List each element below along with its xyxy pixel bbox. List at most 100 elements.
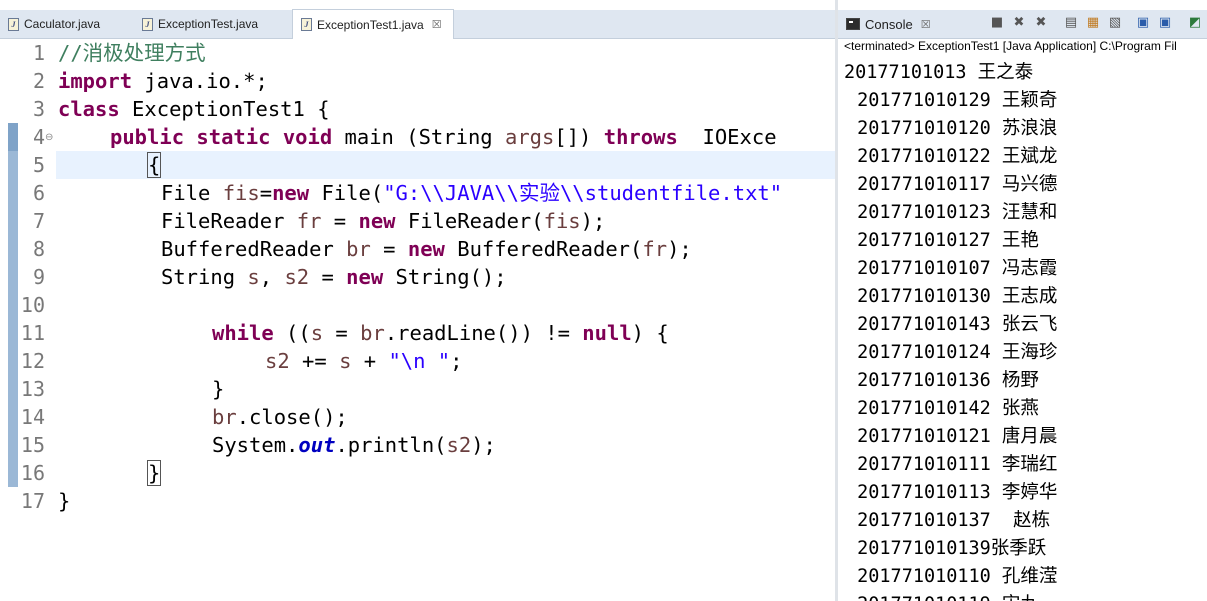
code-line-3[interactable]: class ExceptionTest1 {: [58, 95, 330, 123]
code-line-7[interactable]: FileReader fr = new FileReader(fis);: [161, 207, 605, 235]
fold-collapse-icon[interactable]: ⊖: [45, 132, 53, 143]
keyword: null: [582, 321, 632, 345]
output-line: 201771010129 王颖奇: [846, 90, 1058, 111]
close-tab-icon[interactable]: ☒: [432, 18, 442, 31]
code-text: File: [161, 181, 223, 205]
code-text: FileReader: [161, 209, 297, 233]
output-line: 201771010137 赵栋: [846, 510, 1051, 531]
code-text: }: [212, 377, 225, 401]
keyword: class: [58, 97, 120, 121]
code-line-16[interactable]: }: [146, 459, 162, 487]
keyword: static: [196, 125, 271, 149]
java-file-icon: J: [142, 17, 153, 31]
line-number: 15: [20, 433, 45, 457]
line-number: 8: [32, 237, 45, 261]
code-text: FileReader(: [395, 209, 544, 233]
code-text: []): [554, 125, 604, 149]
close-console-icon[interactable]: ☒: [921, 18, 931, 31]
open-console-icon[interactable]: ◩: [1188, 16, 1202, 30]
matched-brace: {: [146, 152, 162, 178]
java-file-icon: J: [8, 17, 19, 31]
variable: s2: [265, 349, 290, 373]
console-tab-label: Console: [865, 16, 913, 32]
code-text: String();: [383, 265, 507, 289]
code-editor: J Caculator.java J ExceptionTest.java J …: [0, 0, 835, 601]
code-area[interactable]: 1 2 3 4 ⊖ 5 6 7 8 9 10 11 12 13 14 15 16…: [0, 39, 835, 601]
line-number: 13: [20, 377, 45, 401]
keyword: void: [282, 125, 333, 149]
console-icon: [846, 18, 860, 30]
variable: s2: [446, 433, 472, 457]
line-number: 5: [32, 153, 45, 177]
code-line-12[interactable]: s2 += s + "\n ";: [265, 347, 463, 375]
matched-brace: }: [146, 460, 162, 486]
variable: fr: [296, 209, 322, 233]
keyword: import: [58, 69, 133, 93]
code-line-8[interactable]: BufferedReader br = new BufferedReader(f…: [161, 235, 692, 263]
code-text: +: [351, 349, 389, 373]
variable: fis: [222, 181, 260, 205]
code-line-5[interactable]: {: [146, 151, 162, 179]
code-line-9[interactable]: String s, s2 = new String();: [161, 263, 507, 291]
line-number-ruler: 1 2 3 4 ⊖ 5 6 7 8 9 10 11 12 13 14 15 16…: [0, 39, 54, 601]
code-line-11[interactable]: while ((s = br.readLine()) != null) {: [212, 319, 669, 347]
line-number: 4: [32, 125, 45, 149]
keyword: public: [110, 125, 185, 149]
tab-exceptiontest1[interactable]: J ExceptionTest1.java ☒: [292, 9, 454, 39]
show-console-icon[interactable]: ▦: [1086, 16, 1100, 30]
pin-console-icon[interactable]: ▣: [1136, 16, 1150, 30]
display-console-icon[interactable]: ▣: [1158, 16, 1172, 30]
static-field: out: [298, 433, 336, 457]
line-number: 3: [32, 97, 45, 121]
variable: s: [310, 321, 324, 345]
code-text: File(: [309, 181, 384, 205]
code-line-1[interactable]: //消极处理方式: [58, 39, 206, 67]
line-number: 6: [32, 181, 45, 205]
string-literal: "G:\\JAVA\\实验\\studentfile.txt": [383, 181, 783, 205]
word-wrap-icon[interactable]: ▧: [1108, 16, 1122, 30]
output-line: 201771010130 王志成: [846, 286, 1058, 307]
code-line-15[interactable]: System.out.println(s2);: [212, 431, 496, 459]
tab-exceptiontest[interactable]: J ExceptionTest.java: [134, 10, 290, 38]
output-line: 201771010117 马兴德: [846, 174, 1058, 195]
tab-label: ExceptionTest1.java: [317, 17, 424, 32]
tab-console[interactable]: Console ☒: [838, 10, 931, 38]
terminate-icon[interactable]: ■: [990, 16, 1004, 30]
code-line-6[interactable]: File fis=new File("G:\\JAVA\\实验\\student…: [161, 179, 782, 207]
code-text: String: [161, 265, 248, 289]
code-line-17[interactable]: }: [58, 487, 70, 515]
java-file-icon: J: [301, 18, 312, 31]
output-line: 201771010123 汪慧和: [846, 202, 1058, 223]
code-line-14[interactable]: br.close();: [212, 403, 348, 431]
text-caret: [160, 153, 162, 177]
console-status: <terminated> ExceptionTest1 [Java Applic…: [844, 39, 1177, 53]
remove-launch-icon[interactable]: ✖: [1012, 16, 1026, 30]
code-text: =: [309, 265, 347, 289]
keyword: new: [407, 237, 445, 261]
line-number: 2: [32, 69, 45, 93]
string-literal: "\n ": [388, 349, 451, 373]
code-line-13[interactable]: }: [212, 375, 224, 403]
code-text: ) {: [631, 321, 669, 345]
current-line-highlight: [56, 151, 835, 179]
console-view: Console ☒ ■ ✖ ✖ ▤ ▦ ▧ ▣ ▣ ◩ <terminated>…: [838, 0, 1207, 601]
code-line-4[interactable]: public static void main (String args[]) …: [110, 123, 777, 151]
line-number: 10: [20, 293, 45, 317]
editor-tab-bar: J Caculator.java J ExceptionTest.java J …: [0, 9, 835, 39]
line-number: 17: [20, 489, 45, 513]
scroll-lock-icon[interactable]: ▤: [1064, 16, 1078, 30]
code-text: .println(: [335, 433, 447, 457]
output-line: 201771010136 杨野: [846, 370, 1039, 391]
code-text: BufferedReader: [161, 237, 347, 261]
output-line: 201771010121 唐月晨: [846, 426, 1058, 447]
tab-label: ExceptionTest.java: [158, 17, 259, 31]
code-line-2[interactable]: import java.io.*;: [58, 67, 268, 95]
line-number: 7: [32, 209, 45, 233]
output-line: 201771010127 王艳: [846, 230, 1039, 251]
tab-caculator[interactable]: J Caculator.java: [0, 10, 132, 38]
line-number: 9: [32, 265, 45, 289]
variable: s: [339, 349, 352, 373]
code-text: java.io.*;: [132, 69, 268, 93]
remove-all-icon[interactable]: ✖: [1034, 16, 1048, 30]
code-text: }: [58, 489, 71, 513]
